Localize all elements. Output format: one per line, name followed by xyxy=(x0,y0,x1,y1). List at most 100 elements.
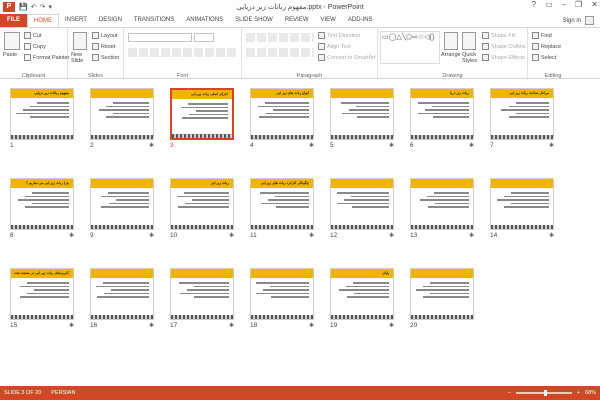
shapes-gallery[interactable]: ▭◯△╲⬠⇨☆◁{} xyxy=(380,31,440,64)
font-format-buttons[interactable] xyxy=(128,48,236,57)
tab-animations[interactable]: ANIMATIONS xyxy=(180,14,229,27)
language-indicator[interactable]: PERSIAN xyxy=(51,390,75,396)
shape-fill-button[interactable]: Shape Fill xyxy=(482,32,515,39)
slide-sorter[interactable]: مفهوم رباتات زیر دریایی 1 2 ✱ اجزای اصلی ربا… xyxy=(0,80,600,386)
copy-button[interactable]: Copy xyxy=(24,43,46,50)
help-icon[interactable]: ? xyxy=(532,0,536,9)
alignment-buttons[interactable] xyxy=(246,48,314,57)
slide-preview[interactable] xyxy=(410,268,474,320)
slide-preview[interactable]: ربات زیر دریا xyxy=(410,88,474,140)
text-direction-button[interactable]: Text Direction xyxy=(318,32,360,39)
tab-insert[interactable]: INSERT xyxy=(59,14,93,27)
slide-preview[interactable]: مفهوم رباتات زیر دریایی xyxy=(10,88,74,140)
slide-preview[interactable]: چگونگی کارکرد ربات های زیر آبی xyxy=(250,178,314,230)
zoom-in-button[interactable]: + xyxy=(577,390,580,396)
transition-star-icon[interactable]: ✱ xyxy=(69,322,74,329)
font-name-combo[interactable] xyxy=(128,33,192,42)
slide-thumbnail[interactable]: 5 ✱ xyxy=(330,88,394,150)
tab-transitions[interactable]: TRANSITIONS xyxy=(128,14,180,27)
arrange-button[interactable]: Arrange xyxy=(441,52,461,58)
transition-star-icon[interactable]: ✱ xyxy=(389,322,394,329)
slide-thumbnail[interactable]: 17 ✱ xyxy=(170,268,234,330)
find-button[interactable]: Find xyxy=(532,32,552,39)
zoom-out-button[interactable]: – xyxy=(508,390,511,396)
slide-preview[interactable] xyxy=(250,268,314,320)
transition-star-icon[interactable]: ✱ xyxy=(149,322,154,329)
format-painter-button[interactable]: Format Painter xyxy=(24,54,69,61)
section-button[interactable]: Section xyxy=(92,54,119,61)
layout-button[interactable]: Layout xyxy=(92,32,118,39)
slide-thumbnail[interactable]: ربات زیر دریا 6 ✱ xyxy=(410,88,474,150)
slide-preview[interactable]: چرا ربات زیر آبی می سازیم ؟ xyxy=(10,178,74,230)
slide-preview[interactable] xyxy=(90,88,154,140)
replace-button[interactable]: Replace xyxy=(532,43,561,50)
shape-effects-button[interactable]: Shape Effects xyxy=(482,54,525,61)
slide-thumbnail[interactable]: 14 ✱ xyxy=(490,178,554,240)
minimize-button[interactable]: – xyxy=(562,0,566,9)
arrange-icon[interactable] xyxy=(444,32,458,50)
paste-button[interactable]: Paste xyxy=(3,52,17,58)
tab-design[interactable]: DESIGN xyxy=(93,14,128,27)
slide-preview[interactable]: مراحل ساخت ربات زیر آبی xyxy=(490,88,554,140)
slide-thumbnail[interactable]: انواع ربات های زیر آبی 4 ✱ xyxy=(250,88,314,150)
slide-thumbnail[interactable]: مفهوم رباتات زیر دریایی 1 xyxy=(10,88,74,150)
slide-thumbnail[interactable]: کاربردهای ربات زیر آبی در صنعت نفت 15 ✱ xyxy=(10,268,74,330)
slide-preview[interactable] xyxy=(490,178,554,230)
tab-file[interactable]: FILE xyxy=(0,14,27,27)
slide-preview[interactable] xyxy=(330,178,394,230)
list-buttons[interactable] xyxy=(246,33,314,42)
cut-button[interactable]: Cut xyxy=(24,32,42,39)
slide-preview[interactable]: کاربردهای ربات زیر آبی در صنعت نفت xyxy=(10,268,74,320)
new-slide-button[interactable]: New Slide xyxy=(71,52,91,64)
slide-thumbnail[interactable]: پایان 19 ✱ xyxy=(330,268,394,330)
zoom-slider[interactable] xyxy=(515,390,572,396)
slide-preview[interactable] xyxy=(170,268,234,320)
shape-outline-button[interactable]: Shape Outline xyxy=(482,43,526,50)
slide-thumbnail[interactable]: چرا ربات زیر آبی می سازیم ؟ 8 ✱ xyxy=(10,178,74,240)
tab-add-ins[interactable]: ADD-INS xyxy=(342,14,379,27)
transition-star-icon[interactable]: ✱ xyxy=(229,232,234,239)
tab-home[interactable]: HOME xyxy=(27,14,59,27)
slide-preview[interactable] xyxy=(410,178,474,230)
slide-preview[interactable] xyxy=(90,178,154,230)
reset-button[interactable]: Reset xyxy=(92,43,115,50)
slide-preview[interactable]: ربات زیر آبی xyxy=(170,178,234,230)
transition-star-icon[interactable]: ✱ xyxy=(389,142,394,149)
slide-thumbnail[interactable]: 2 ✱ xyxy=(90,88,154,150)
font-size-combo[interactable] xyxy=(194,33,214,42)
sign-in[interactable]: Sign in xyxy=(563,16,594,25)
slide-thumbnail[interactable]: 9 ✱ xyxy=(90,178,154,240)
transition-star-icon[interactable]: ✱ xyxy=(309,322,314,329)
new-slide-icon[interactable] xyxy=(73,32,87,50)
zoom-level[interactable]: 68% xyxy=(585,390,596,396)
quick-styles-icon[interactable] xyxy=(462,32,476,50)
select-button[interactable]: Select xyxy=(532,54,556,61)
tab-view[interactable]: VIEW xyxy=(315,14,342,27)
transition-star-icon[interactable]: ✱ xyxy=(549,232,554,239)
slide-preview[interactable]: اجزای اصلی ربات زیر آبی xyxy=(170,88,234,140)
slide-thumbnail[interactable]: 12 ✱ xyxy=(330,178,394,240)
smartart-button[interactable]: Convert to SmartArt xyxy=(318,54,376,61)
transition-star-icon[interactable]: ✱ xyxy=(149,232,154,239)
transition-star-icon[interactable]: ✱ xyxy=(469,142,474,149)
sign-in-link[interactable]: Sign in xyxy=(563,18,581,24)
slide-preview[interactable]: انواع ربات های زیر آبی xyxy=(250,88,314,140)
slide-preview[interactable] xyxy=(330,88,394,140)
transition-star-icon[interactable]: ✱ xyxy=(149,142,154,149)
slide-thumbnail[interactable]: اجزای اصلی ربات زیر آبی 3 xyxy=(170,88,234,150)
transition-star-icon[interactable]: ✱ xyxy=(309,142,314,149)
close-button[interactable]: ✕ xyxy=(591,0,598,9)
tab-slide-show[interactable]: SLIDE SHOW xyxy=(229,14,279,27)
slide-preview[interactable] xyxy=(90,268,154,320)
slide-thumbnail[interactable]: مراحل ساخت ربات زیر آبی 7 ✱ xyxy=(490,88,554,150)
slide-thumbnail[interactable]: 13 ✱ xyxy=(410,178,474,240)
paste-icon[interactable] xyxy=(4,32,20,50)
align-text-button[interactable]: Align Text xyxy=(318,43,351,50)
slide-thumbnail[interactable]: چگونگی کارکرد ربات های زیر آبی 11 ✱ xyxy=(250,178,314,240)
transition-star-icon[interactable]: ✱ xyxy=(309,232,314,239)
tab-review[interactable]: REVIEW xyxy=(279,14,315,27)
slide-thumbnail[interactable]: 20 xyxy=(410,268,474,330)
transition-star-icon[interactable]: ✱ xyxy=(69,232,74,239)
slide-preview[interactable]: پایان xyxy=(330,268,394,320)
transition-star-icon[interactable]: ✱ xyxy=(469,232,474,239)
